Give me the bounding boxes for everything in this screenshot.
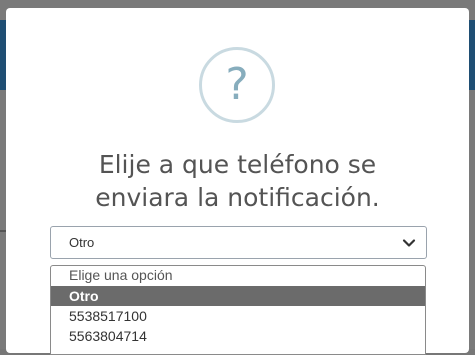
dialog-title: Elije a que teléfono se enviara la notif… bbox=[16, 148, 459, 214]
question-glyph: ? bbox=[225, 59, 249, 110]
background-page-header-right bbox=[469, 20, 475, 90]
phone-select-value: Otro bbox=[69, 235, 95, 250]
dialog-title-line-2: enviara la notificación. bbox=[95, 183, 380, 212]
option-placeholder[interactable]: Elige una opción bbox=[51, 266, 425, 286]
option-phone-2[interactable]: 5563804714 bbox=[51, 326, 425, 346]
dialog-title-line-1: Elije a que teléfono se bbox=[98, 150, 377, 179]
question-icon: ? bbox=[199, 47, 275, 123]
option-otro[interactable]: Otro bbox=[51, 286, 425, 306]
option-phone-1[interactable]: 5538517100 bbox=[51, 306, 425, 326]
phone-options-list[interactable]: Elige una opción Otro 5538517100 5563804… bbox=[50, 265, 426, 355]
phone-select[interactable]: Otro bbox=[50, 226, 427, 259]
chevron-down-icon bbox=[402, 239, 416, 247]
